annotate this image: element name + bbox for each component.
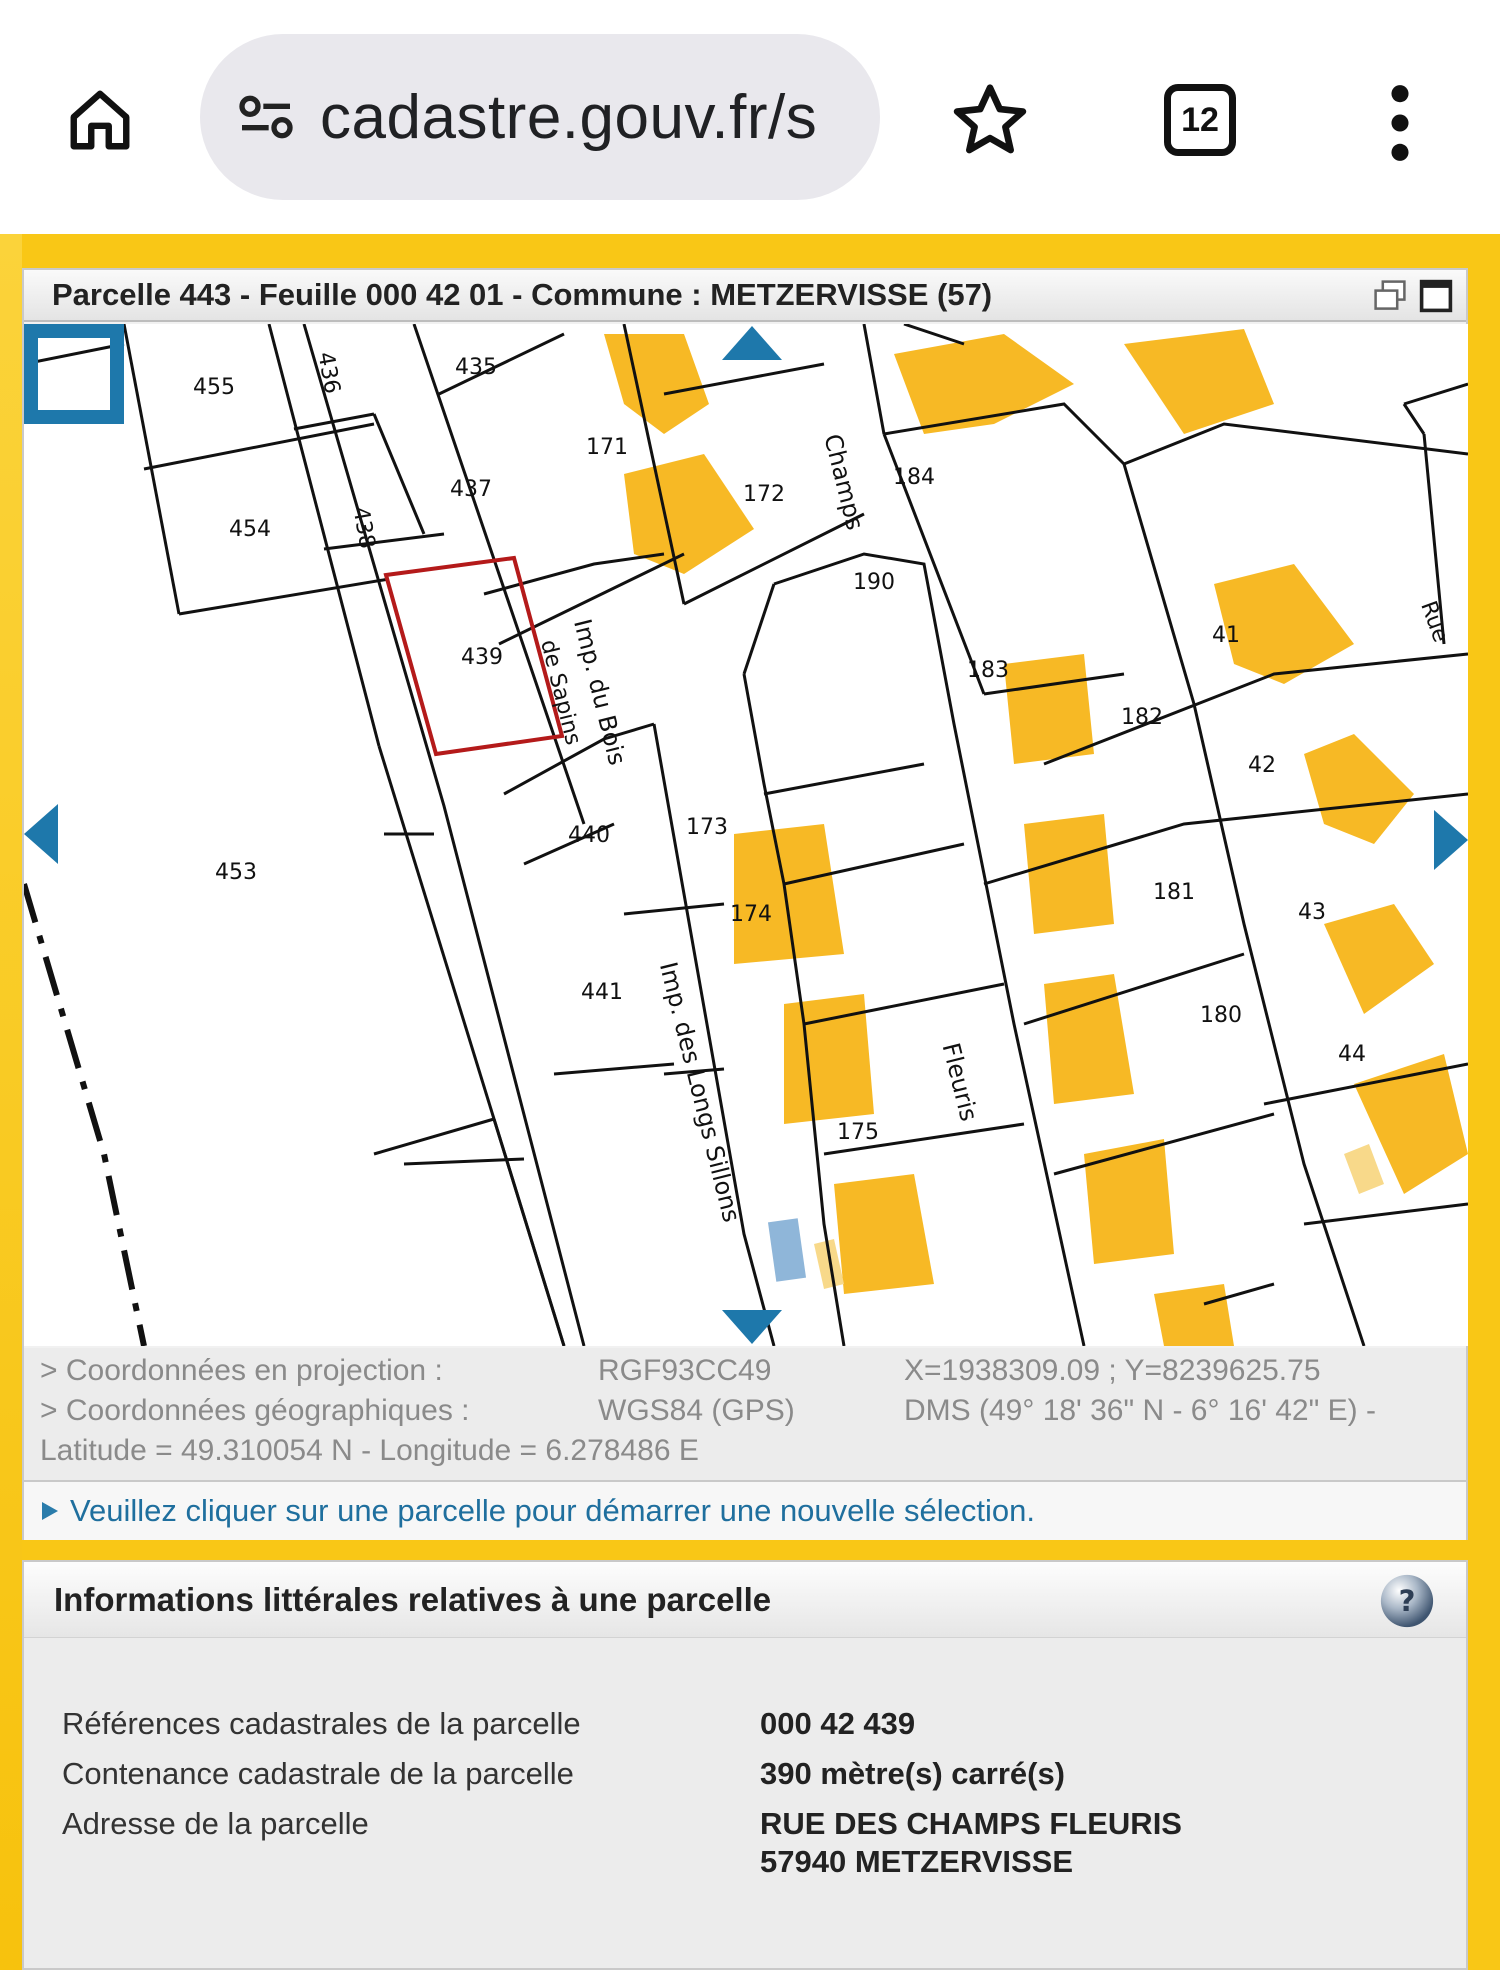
map-window: Parcelle 443 - Feuille 000 42 01 - Commu…: [22, 268, 1468, 1540]
cadastral-reference-label: Références cadastrales de la parcelle: [62, 1706, 581, 1741]
parcel-label-174: 174: [730, 902, 772, 927]
building: [1124, 329, 1274, 434]
parcel-label-42: 42: [1248, 753, 1276, 778]
restore-window-icon[interactable]: [1372, 278, 1408, 314]
parcel-label-181: 181: [1153, 880, 1195, 905]
help-icon[interactable]: ?: [1378, 1572, 1436, 1630]
geographic-label: > Coordonnées géographiques :: [40, 1394, 470, 1427]
building: [1004, 654, 1094, 764]
parcel-label-435: 435: [455, 355, 497, 380]
building: [894, 334, 1074, 434]
parcel-label-172: 172: [743, 482, 785, 507]
building: [1154, 1284, 1234, 1346]
building: [604, 334, 709, 434]
map-svg[interactable]: 455 436 435 454 437 438 171 172 184 190 439 41 183 18…: [24, 324, 1468, 1346]
parcel-label-190: 190: [853, 570, 895, 595]
bullet-arrow-icon: [42, 1502, 58, 1520]
address-city-value: 57940 METZERVISSE: [760, 1844, 1074, 1879]
latitude-longitude: Latitude = 49.310054 N - Longitude = 6.2…: [40, 1434, 699, 1467]
street-label: Rue: [1415, 598, 1453, 646]
water-tank: [767, 1218, 807, 1282]
area-label: Contenance cadastrale de la parcelle: [62, 1756, 574, 1791]
pan-left-arrow-icon[interactable]: [24, 804, 58, 864]
street-label: Imp. du Bois: [568, 616, 631, 768]
building: [1024, 814, 1114, 934]
selection-message: Veuillez cliquer sur une parcelle pour d…: [24, 1480, 1466, 1540]
tabs-icon: 12: [1164, 84, 1236, 156]
parcel-info-title: Informations littérales relatives à une …: [54, 1580, 772, 1618]
parcel-labels: 455 436 435 454 437 438 171 172 184 190 439 41 183 18…: [193, 350, 1366, 1145]
area-value: 390 mètre(s) carré(s): [760, 1756, 1066, 1791]
street-label: Champs: [818, 431, 869, 533]
selection-message-text: Veuillez cliquer sur une parcelle pour d…: [70, 1493, 1035, 1528]
pan-down-arrow-icon[interactable]: [722, 1310, 782, 1344]
projection-system: RGF93CC49: [598, 1354, 772, 1387]
cadastral-reference-value: 000 42 439: [760, 1706, 916, 1741]
url-text: cadastre.gouv.fr/s: [320, 82, 818, 152]
address-street-value: RUE DES CHAMPS FLEURIS: [760, 1806, 1182, 1841]
home-icon: [70, 90, 130, 150]
parcel-label-454: 454: [229, 517, 271, 542]
parcel-info-panel: Informations littérales relatives à une …: [22, 1560, 1468, 1970]
more-menu-button[interactable]: [1360, 78, 1440, 168]
parcel-label-180: 180: [1200, 1003, 1242, 1028]
parcel-label-436: 436: [312, 350, 344, 396]
tab-switcher-button[interactable]: 12: [1160, 80, 1240, 160]
building: [1324, 904, 1434, 1014]
parcel-info-header: Informations littérales relatives à une …: [24, 1562, 1466, 1638]
geographic-value: DMS (49° 18' 36" N - 6° 16' 42" E) -: [904, 1394, 1376, 1427]
browser-toolbar: cadastre.gouv.fr/s 12: [0, 0, 1500, 232]
parcel-label-455: 455: [193, 375, 235, 400]
bookmark-button[interactable]: [945, 76, 1035, 166]
home-button[interactable]: [60, 80, 140, 160]
map-title: Parcelle 443 - Feuille 000 42 01 - Commu…: [52, 277, 993, 312]
parcel-label-182: 182: [1121, 705, 1163, 730]
parcel-label-438: 438: [347, 505, 379, 551]
map-titlebar: Parcelle 443 - Feuille 000 42 01 - Commu…: [24, 270, 1466, 322]
building: [1304, 734, 1414, 844]
parcel-label-44: 44: [1338, 1042, 1366, 1067]
address-label: Adresse de la parcelle: [62, 1806, 369, 1841]
building: [734, 824, 844, 964]
star-icon: [953, 84, 1027, 154]
maximize-window-icon[interactable]: [1418, 278, 1454, 314]
parcel-label-43: 43: [1298, 900, 1326, 925]
parcel-label-175: 175: [837, 1120, 879, 1145]
parcel-label-453: 453: [215, 860, 257, 885]
parcel-label-173: 173: [686, 815, 728, 840]
building: [1084, 1139, 1174, 1264]
site-settings-icon[interactable]: [226, 77, 306, 157]
pan-right-arrow-icon[interactable]: [1434, 810, 1468, 870]
parcel-label-184: 184: [893, 465, 935, 490]
parcel-label-437: 437: [450, 477, 492, 502]
street-label: Imp. des Longs Sillons: [654, 959, 746, 1225]
street-label: Fleuris: [937, 1040, 983, 1124]
coordinates-panel: > Coordonnées en projection : RGF93CC49 …: [24, 1348, 1466, 1480]
building: [834, 1174, 934, 1294]
parcel-label-440: 440: [568, 823, 610, 848]
svg-text:?: ?: [1399, 1584, 1416, 1618]
parcel-label-171: 171: [586, 435, 628, 460]
pan-up-arrow-icon[interactable]: [722, 326, 782, 360]
parcel-label-183: 183: [967, 658, 1009, 683]
address-bar[interactable]: cadastre.gouv.fr/s: [200, 34, 880, 200]
cadastral-map[interactable]: 455 436 435 454 437 438 171 172 184 190 439 41 183 18…: [24, 324, 1468, 1346]
projection-value: X=1938309.09 ; Y=8239625.75: [904, 1354, 1321, 1387]
commune-boundary: [24, 883, 147, 1346]
projection-label: > Coordonnées en projection :: [40, 1354, 443, 1387]
zoom-corner-bottom-right-icon[interactable]: [24, 324, 124, 424]
geographic-system: WGS84 (GPS): [598, 1394, 795, 1427]
more-vert-icon: [1391, 85, 1409, 161]
parcel-label-441: 441: [581, 980, 623, 1005]
tab-count: 12: [1181, 100, 1219, 139]
parcel-label-41: 41: [1212, 623, 1240, 648]
parcel-label-439: 439: [461, 645, 503, 670]
